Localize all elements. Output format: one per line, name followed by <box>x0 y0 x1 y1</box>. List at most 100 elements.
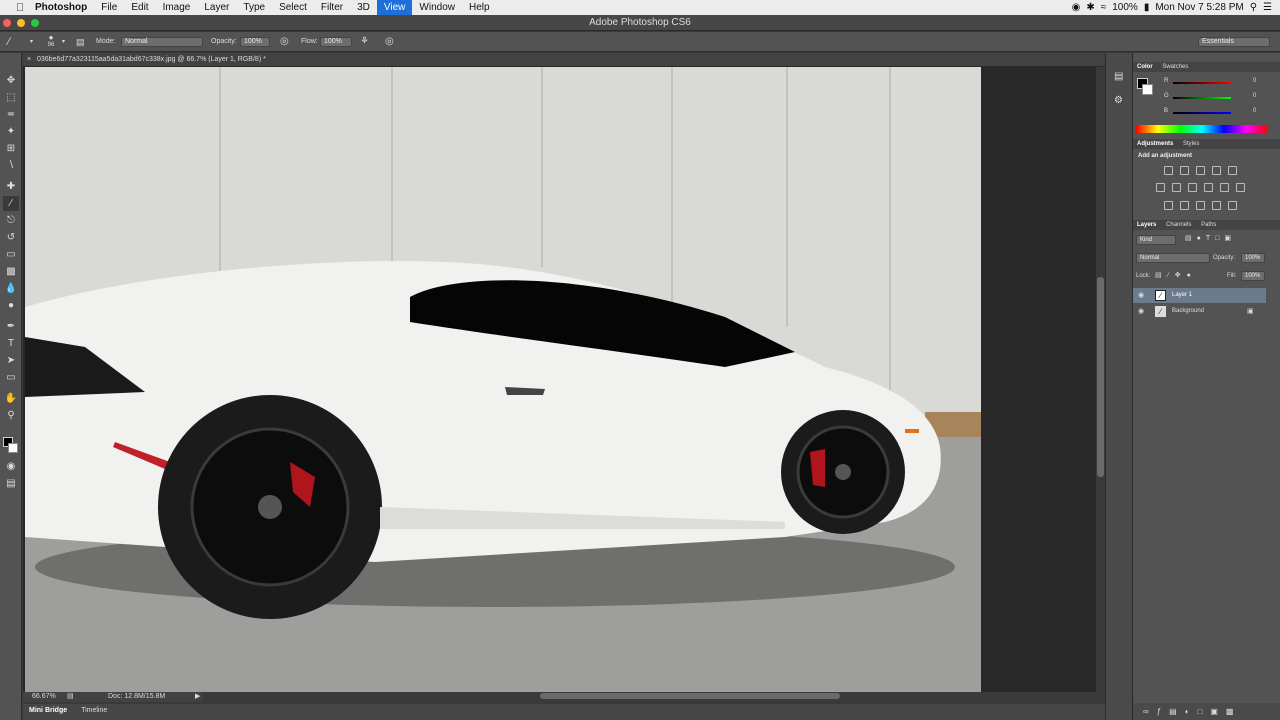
vertical-scrollbar[interactable] <box>1096 67 1105 692</box>
airbrush-icon[interactable]: ⚘ <box>360 36 369 48</box>
menu-window[interactable]: Window <box>412 0 462 15</box>
menu-type[interactable]: Type <box>236 0 272 15</box>
tab-paths[interactable]: Paths <box>1197 222 1220 228</box>
blue-value[interactable]: 0 <box>1253 108 1256 114</box>
menu-3d[interactable]: 3D <box>350 0 377 15</box>
selective-color-icon[interactable] <box>1228 201 1237 210</box>
blend-mode-dropdown[interactable]: Normal <box>1136 253 1210 263</box>
close-document-icon[interactable]: × <box>27 53 31 67</box>
zoom-level[interactable]: 66.67% <box>32 693 56 700</box>
visibility-eye-icon[interactable]: ◉ <box>1138 304 1144 319</box>
healing-brush-tool-icon[interactable]: ✚ <box>3 179 19 194</box>
horizontal-scrollbar[interactable] <box>200 692 1105 701</box>
layer-filter-kind-dropdown[interactable]: Kind <box>1136 235 1176 245</box>
fill-field[interactable]: 100% <box>1241 271 1265 281</box>
clone-stamp-tool-icon[interactable]: ⎋ <box>3 213 19 228</box>
workspace-switcher[interactable]: Essentials <box>1198 37 1270 47</box>
path-selection-tool-icon[interactable]: ➤ <box>3 353 19 368</box>
posterize-icon[interactable] <box>1180 201 1189 210</box>
tab-adjustments[interactable]: Adjustments <box>1133 141 1177 147</box>
eyedropper-tool-icon[interactable]: ∖ <box>3 158 19 173</box>
type-tool-icon[interactable]: T <box>3 336 19 351</box>
lasso-tool-icon[interactable]: ≖ <box>3 107 19 122</box>
properties-panel-icon[interactable]: ⚙ <box>1114 95 1123 106</box>
green-slider[interactable] <box>1173 97 1231 99</box>
hue-saturation-icon[interactable] <box>1156 183 1165 192</box>
pen-tool-icon[interactable]: ✒ <box>3 319 19 334</box>
black-white-icon[interactable] <box>1188 183 1197 192</box>
invert-icon[interactable] <box>1164 201 1173 210</box>
color-lookup-icon[interactable] <box>1236 183 1245 192</box>
flow-field[interactable]: 100% <box>320 37 352 47</box>
tab-swatches[interactable]: Swatches <box>1158 64 1192 70</box>
tab-layers[interactable]: Layers <box>1133 222 1160 228</box>
tab-timeline[interactable]: Timeline <box>75 707 113 714</box>
bluetooth-icon[interactable]: ✱ <box>1086 2 1094 13</box>
pressure-size-icon[interactable]: ◎ <box>385 36 394 48</box>
brightness-contrast-icon[interactable] <box>1164 166 1173 175</box>
opacity-field[interactable]: 100% <box>240 37 270 47</box>
pressure-opacity-icon[interactable]: ◎ <box>280 36 289 48</box>
threshold-icon[interactable] <box>1196 201 1205 210</box>
export-icon[interactable]: ▤ <box>67 692 74 700</box>
levels-icon[interactable] <box>1180 166 1189 175</box>
history-panel-icon[interactable]: ▤ <box>1114 71 1123 82</box>
exposure-icon[interactable] <box>1212 166 1221 175</box>
curves-icon[interactable] <box>1196 166 1205 175</box>
menu-view[interactable]: View <box>376 0 413 15</box>
tab-styles[interactable]: Styles <box>1179 141 1203 147</box>
eraser-tool-icon[interactable]: ▭ <box>3 247 19 262</box>
layers-panel-footer-icons[interactable]: ∞ƒ▤◐□▣▩ <box>1133 703 1280 720</box>
tab-color[interactable]: Color <box>1133 64 1157 70</box>
quick-mask-icon[interactable]: ◉ <box>3 459 19 474</box>
layer-row-background[interactable]: ◉ ∕ Background ▣ <box>1133 304 1266 319</box>
notification-center-icon[interactable]: ☰ <box>1263 2 1272 13</box>
apple-menu-icon[interactable]:  <box>12 2 28 14</box>
visibility-eye-icon[interactable]: ◉ <box>1138 288 1144 303</box>
brush-tool-active-icon[interactable]: ∕ <box>3 196 19 211</box>
mode-dropdown[interactable]: Normal <box>121 37 203 47</box>
spotlight-icon[interactable]: ⚲ <box>1250 2 1257 13</box>
image-canvas[interactable] <box>25 67 981 692</box>
channel-mixer-icon[interactable] <box>1220 183 1229 192</box>
layers-opacity-field[interactable]: 100% <box>1241 253 1265 263</box>
menu-select[interactable]: Select <box>272 0 314 15</box>
red-slider[interactable] <box>1173 82 1231 84</box>
brush-tool-icon[interactable]: ∕ <box>8 36 10 48</box>
color-spectrum-ramp[interactable] <box>1136 125 1268 133</box>
close-window-button[interactable] <box>3 19 11 27</box>
blur-tool-icon[interactable]: 💧 <box>3 281 19 296</box>
move-tool-icon[interactable]: ✥ <box>3 73 19 88</box>
history-brush-tool-icon[interactable]: ↺ <box>3 230 19 245</box>
rectangle-tool-icon[interactable]: ▭ <box>3 370 19 385</box>
tool-preset-arrow-icon[interactable]: ▾ <box>30 36 33 48</box>
green-value[interactable]: 0 <box>1253 93 1256 99</box>
dodge-tool-icon[interactable]: ● <box>3 298 19 313</box>
color-background-swatch[interactable] <box>1142 84 1153 95</box>
screen-mode-icon[interactable]: ▤ <box>3 476 19 491</box>
menu-edit[interactable]: Edit <box>124 0 155 15</box>
menu-image[interactable]: Image <box>156 0 198 15</box>
record-icon[interactable]: ◉ <box>1072 2 1081 13</box>
menu-filter[interactable]: Filter <box>314 0 350 15</box>
quick-selection-tool-icon[interactable]: ✦ <box>3 124 19 139</box>
crop-tool-icon[interactable]: ⊞ <box>3 141 19 156</box>
battery-icon[interactable]: ▮ <box>1144 2 1150 13</box>
status-menu-arrow-icon[interactable]: ▶ <box>195 692 200 700</box>
horizontal-scroll-thumb[interactable] <box>540 693 840 699</box>
wifi-icon[interactable]: ≈ <box>1101 2 1107 13</box>
tab-channels[interactable]: Channels <box>1162 222 1195 228</box>
color-balance-icon[interactable] <box>1172 183 1181 192</box>
hand-tool-icon[interactable]: ✋ <box>3 391 19 406</box>
brush-panel-toggle-icon[interactable]: ▤ <box>76 36 85 48</box>
menu-file[interactable]: File <box>94 0 124 15</box>
menu-layer[interactable]: Layer <box>197 0 236 15</box>
marquee-tool-icon[interactable]: ⬚ <box>3 90 19 105</box>
tab-mini-bridge[interactable]: Mini Bridge <box>23 707 73 714</box>
lock-options-icons[interactable]: ▤∕✥● <box>1155 271 1197 279</box>
gradient-tool-icon[interactable]: ▩ <box>3 264 19 279</box>
menu-help[interactable]: Help <box>462 0 497 15</box>
zoom-tool-icon[interactable]: ⚲ <box>3 408 19 423</box>
layer-filter-icons[interactable]: ▤●T□▣ <box>1185 234 1236 242</box>
document-tab[interactable]: × 036be6d77a323115aa5da31abd67c338x.jpg … <box>23 53 1105 67</box>
